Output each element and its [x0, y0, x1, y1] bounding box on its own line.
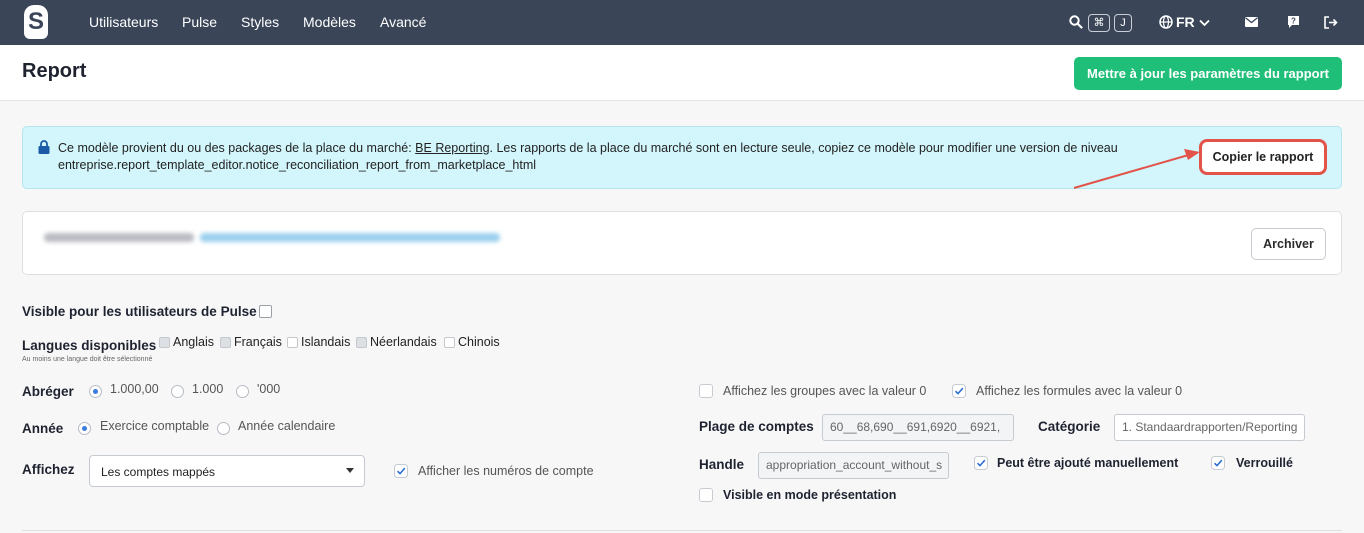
nav-link-templates[interactable]: Modèles: [303, 0, 356, 45]
nav-link-advanced[interactable]: Avancé: [380, 0, 426, 45]
mail-icon[interactable]: [1245, 17, 1258, 27]
show-zero-formulas-label: Affichez les formules avec la valeur 0: [976, 384, 1183, 398]
help-chat-icon[interactable]: ?: [1287, 15, 1300, 29]
category-input[interactable]: 1. Standaardrapporten/Reporting: [1114, 414, 1305, 441]
abbreviate-radio-1000[interactable]: [171, 385, 184, 398]
handle-label: Handle: [699, 457, 745, 472]
notice-text: Ce modèle provient du ou des packages de…: [58, 140, 1138, 174]
archive-button[interactable]: Archiver: [1251, 228, 1326, 260]
section-divider: [22, 530, 1342, 531]
visible-pulse-checkbox[interactable]: [259, 305, 272, 318]
package-link[interactable]: BE Reporting: [415, 141, 489, 155]
nav-link-users[interactable]: Utilisateurs: [89, 0, 158, 45]
abbreviate-label: Abréger: [22, 384, 74, 399]
languages-hint: Au moins une langue doit être sélectionn…: [22, 356, 153, 363]
show-zero-groups-label: Affichez les groupes avec la valeur 0: [723, 384, 927, 398]
notice-text-before: Ce modèle provient du ou des packages de…: [58, 141, 416, 155]
globe-icon[interactable]: [1159, 15, 1173, 29]
account-range-label: Plage de comptes: [699, 419, 814, 434]
language-label-chinese: Chinois: [458, 335, 500, 349]
language-label-dutch: Néerlandais: [370, 335, 437, 349]
year-option-calendar: Année calendaire: [238, 419, 336, 433]
svg-text:?: ?: [1291, 17, 1296, 26]
abbreviate-option-000: '000: [257, 382, 281, 396]
abbreviate-option-1000: 1.000: [192, 382, 224, 396]
logo-letter: S: [27, 8, 44, 35]
languages-label: Langues disponibles: [22, 338, 157, 353]
template-usage-panel: [22, 211, 1342, 275]
language-checkbox-icelandic[interactable]: [287, 337, 298, 348]
caret-down-icon: [346, 468, 354, 473]
year-radio-calendar[interactable]: [217, 422, 230, 435]
blurred-usage-text: [44, 230, 504, 242]
year-radio-fiscal[interactable]: [78, 422, 91, 435]
lock-icon: [38, 140, 50, 154]
visible-pulse-label: Visible pour les utilisateurs de Pulse: [22, 304, 257, 319]
handle-input[interactable]: appropriation_account_without_s: [758, 452, 949, 479]
language-label-english: Anglais: [173, 335, 214, 349]
manual-add-checkbox[interactable]: [974, 456, 988, 470]
update-report-settings-button[interactable]: Mettre à jour les paramètres du rapport: [1074, 57, 1342, 90]
annotation-arrow-icon: [1073, 149, 1200, 189]
locked-label: Verrouillé: [1236, 456, 1293, 470]
language-checkbox-french[interactable]: [220, 337, 231, 348]
language-selector[interactable]: FR: [1176, 0, 1195, 45]
manual-add-label: Peut être ajouté manuellement: [997, 456, 1179, 470]
search-icon[interactable]: [1069, 15, 1083, 29]
show-account-numbers-label: Afficher les numéros de compte: [418, 464, 594, 478]
year-label: Année: [22, 421, 64, 436]
language-checkbox-english[interactable]: [159, 337, 170, 348]
abbreviate-radio-1000-00[interactable]: [89, 385, 102, 398]
copy-report-button[interactable]: Copier le rapport: [1199, 139, 1327, 175]
page-title: Report: [22, 60, 87, 82]
abbreviate-radio-000[interactable]: [236, 385, 249, 398]
locked-checkbox[interactable]: [1211, 456, 1225, 470]
language-label-icelandic: Islandais: [301, 335, 351, 349]
year-option-fiscal: Exercice comptable: [100, 419, 210, 433]
language-checkbox-chinese[interactable]: [444, 337, 455, 348]
kbd-cmd: ⌘: [1088, 14, 1110, 32]
app-logo[interactable]: S: [24, 5, 48, 39]
show-zero-groups-checkbox[interactable]: [699, 384, 713, 398]
presentation-mode-label: Visible en mode présentation: [723, 488, 897, 502]
language-label-french: Français: [234, 335, 282, 349]
show-label: Affichez: [22, 462, 75, 477]
nav-link-pulse[interactable]: Pulse: [182, 0, 217, 45]
language-checkbox-dutch[interactable]: [356, 337, 367, 348]
show-accounts-select-value: Les comptes mappés: [101, 465, 216, 479]
show-zero-formulas-checkbox[interactable]: [952, 384, 966, 398]
kbd-j: J: [1114, 14, 1132, 32]
account-range-input[interactable]: 60__68,690__691,6920__6921,: [822, 414, 1014, 441]
category-label: Catégorie: [1038, 419, 1101, 434]
logout-icon[interactable]: [1324, 16, 1338, 29]
abbreviate-option-1000-00: 1.000,00: [110, 382, 159, 396]
nav-link-styles[interactable]: Styles: [241, 0, 279, 45]
chevron-down-icon[interactable]: [1199, 19, 1210, 27]
show-account-numbers-checkbox[interactable]: [394, 464, 408, 478]
presentation-mode-checkbox[interactable]: [699, 488, 713, 502]
